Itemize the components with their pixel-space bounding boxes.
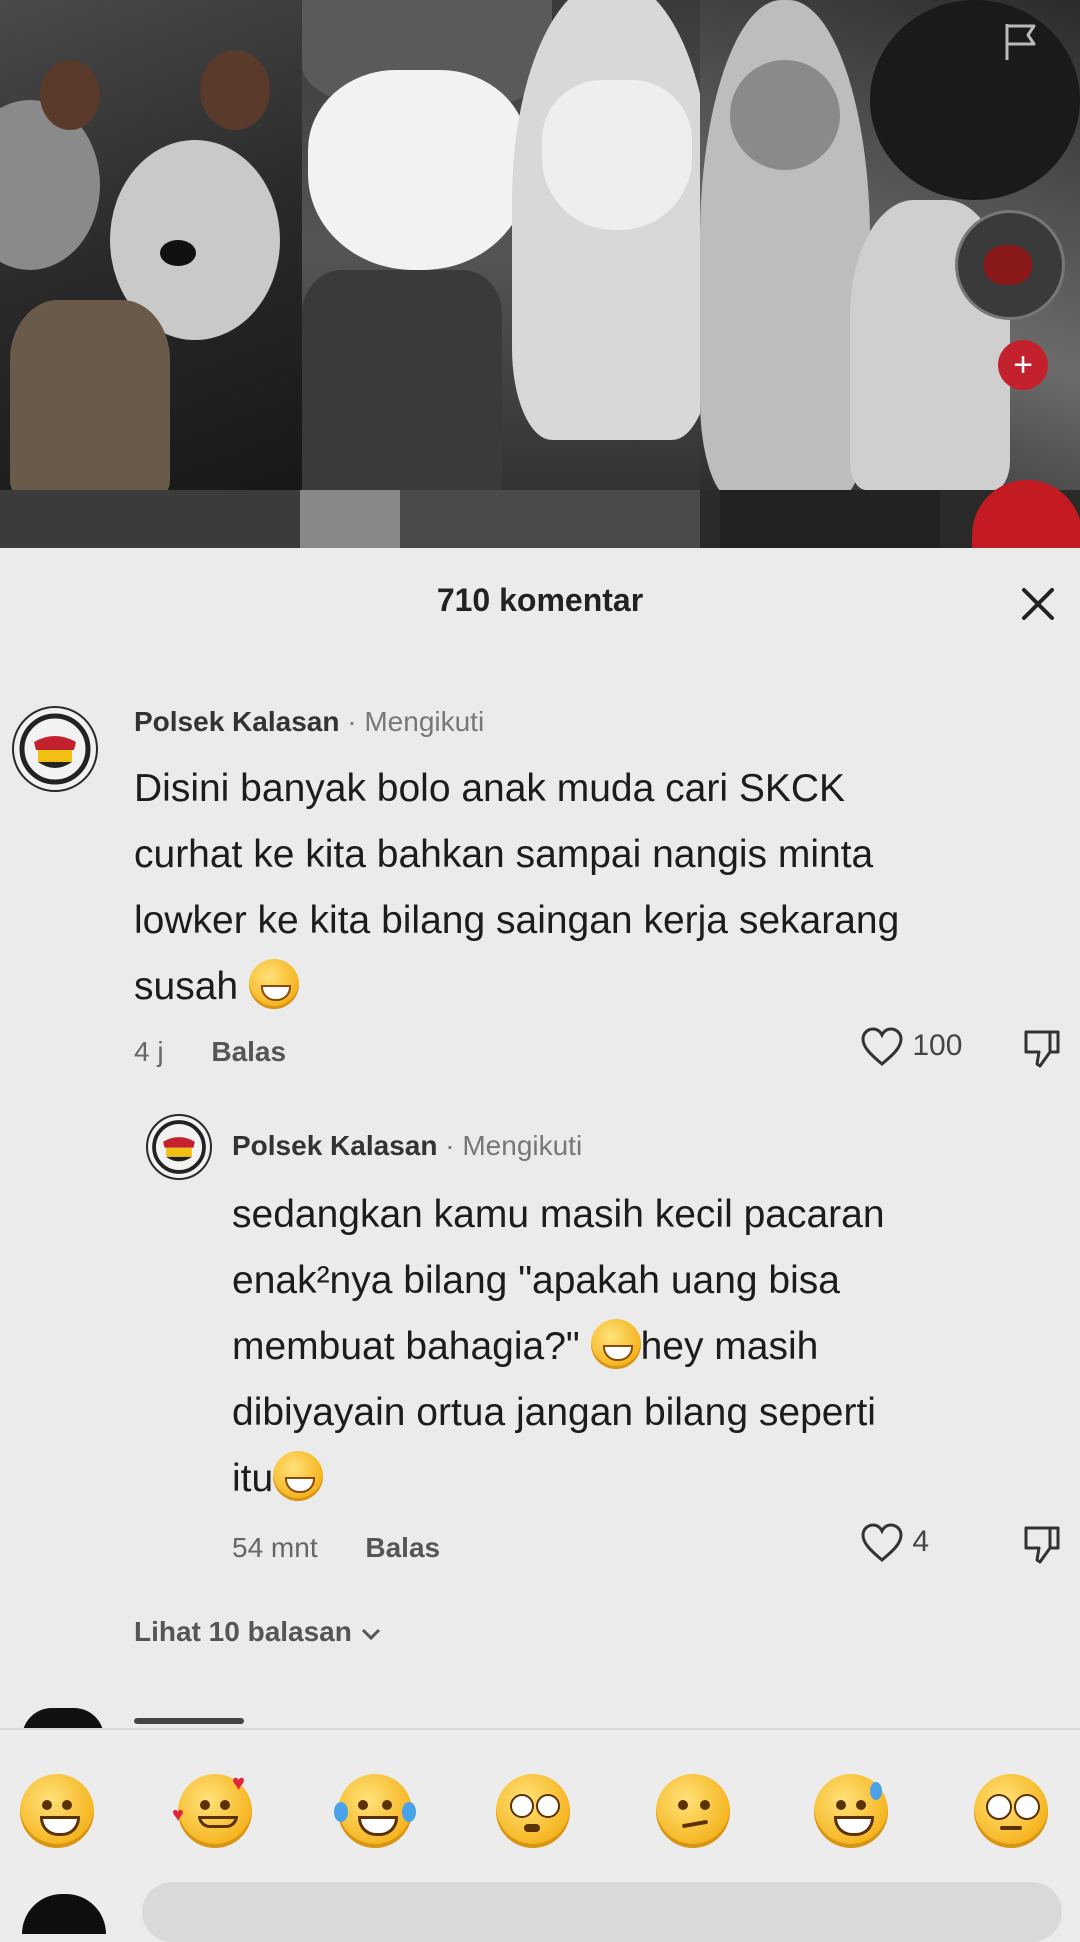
reply-button[interactable]: Balas [365,1532,440,1563]
next-commenter-name [134,1712,254,1724]
grinning-face-icon[interactable] [20,1774,94,1848]
smiling-face-with-hearts-icon[interactable]: ♥ ♥ [172,1770,252,1848]
comment-time: 4 j [134,1036,164,1067]
like-count: 4 [912,1524,930,1558]
dislike-icon[interactable] [1020,1522,1064,1566]
comment-input-bar [0,1882,1080,1942]
comment-text: sedangkan kamu masih kecil pacaran enak²… [232,1193,885,1501]
police-logo-icon [149,1117,209,1177]
face-with-tears-of-joy-icon[interactable] [334,1774,416,1848]
comment-header: Polsek Kalasan · Mengikuti [134,706,485,737]
photo-panel-2 [302,0,700,548]
comment-text: Disini banyak bolo anak muda cari SKCK c… [134,767,900,1009]
username[interactable]: Polsek Kalasan [232,1130,437,1161]
heart-outline-icon [861,1027,903,1066]
comment-meta: 4 j Balas [134,1036,286,1068]
heart-outline-icon [861,1523,903,1562]
grinning-sweat-face-icon[interactable] [814,1774,888,1848]
comment-input[interactable] [142,1882,1062,1942]
commenter-avatar[interactable] [12,706,98,792]
quick-emoji-bar: ♥ ♥ [0,1728,1080,1884]
follow-status: Mengikuti [462,1130,583,1161]
like-button[interactable]: 4 [860,1522,929,1564]
grinning-sweat-emoji-icon [273,1451,324,1501]
follow-plus-icon[interactable]: + [998,340,1048,390]
comment-header: Polsek Kalasan · Mengikuti [232,1130,583,1161]
smirking-face-icon[interactable] [656,1774,730,1848]
creator-avatar[interactable] [955,210,1065,320]
photo-bottom-strip [0,490,1080,548]
grinning-face-emoji-icon [248,959,299,1009]
view-replies-button[interactable]: Lihat 10 balasan [134,1616,382,1648]
chevron-down-icon [361,1628,380,1640]
follow-status: Mengikuti [364,706,485,737]
video-preview[interactable]: + [0,0,1080,548]
pleading-face-icon[interactable] [974,1774,1048,1848]
flushed-face-icon[interactable] [496,1774,570,1848]
close-icon[interactable] [1018,584,1058,624]
laughing-emoji-icon [590,1319,641,1369]
police-logo-icon [16,710,94,788]
photo-panel-1 [0,0,302,548]
reply-button[interactable]: Balas [211,1036,286,1067]
my-avatar[interactable] [22,1894,106,1934]
comment-count-title: 710 komentar [436,582,644,618]
commenter-avatar[interactable] [146,1114,212,1180]
like-count: 100 [912,1028,963,1062]
flag-icon[interactable] [1002,20,1040,64]
comment-time: 54 mnt [232,1532,318,1563]
like-button[interactable]: 100 [860,1026,962,1068]
dislike-icon[interactable] [1020,1026,1064,1070]
username[interactable]: Polsek Kalasan [134,706,339,737]
comment-meta: 54 mnt Balas [232,1532,440,1564]
